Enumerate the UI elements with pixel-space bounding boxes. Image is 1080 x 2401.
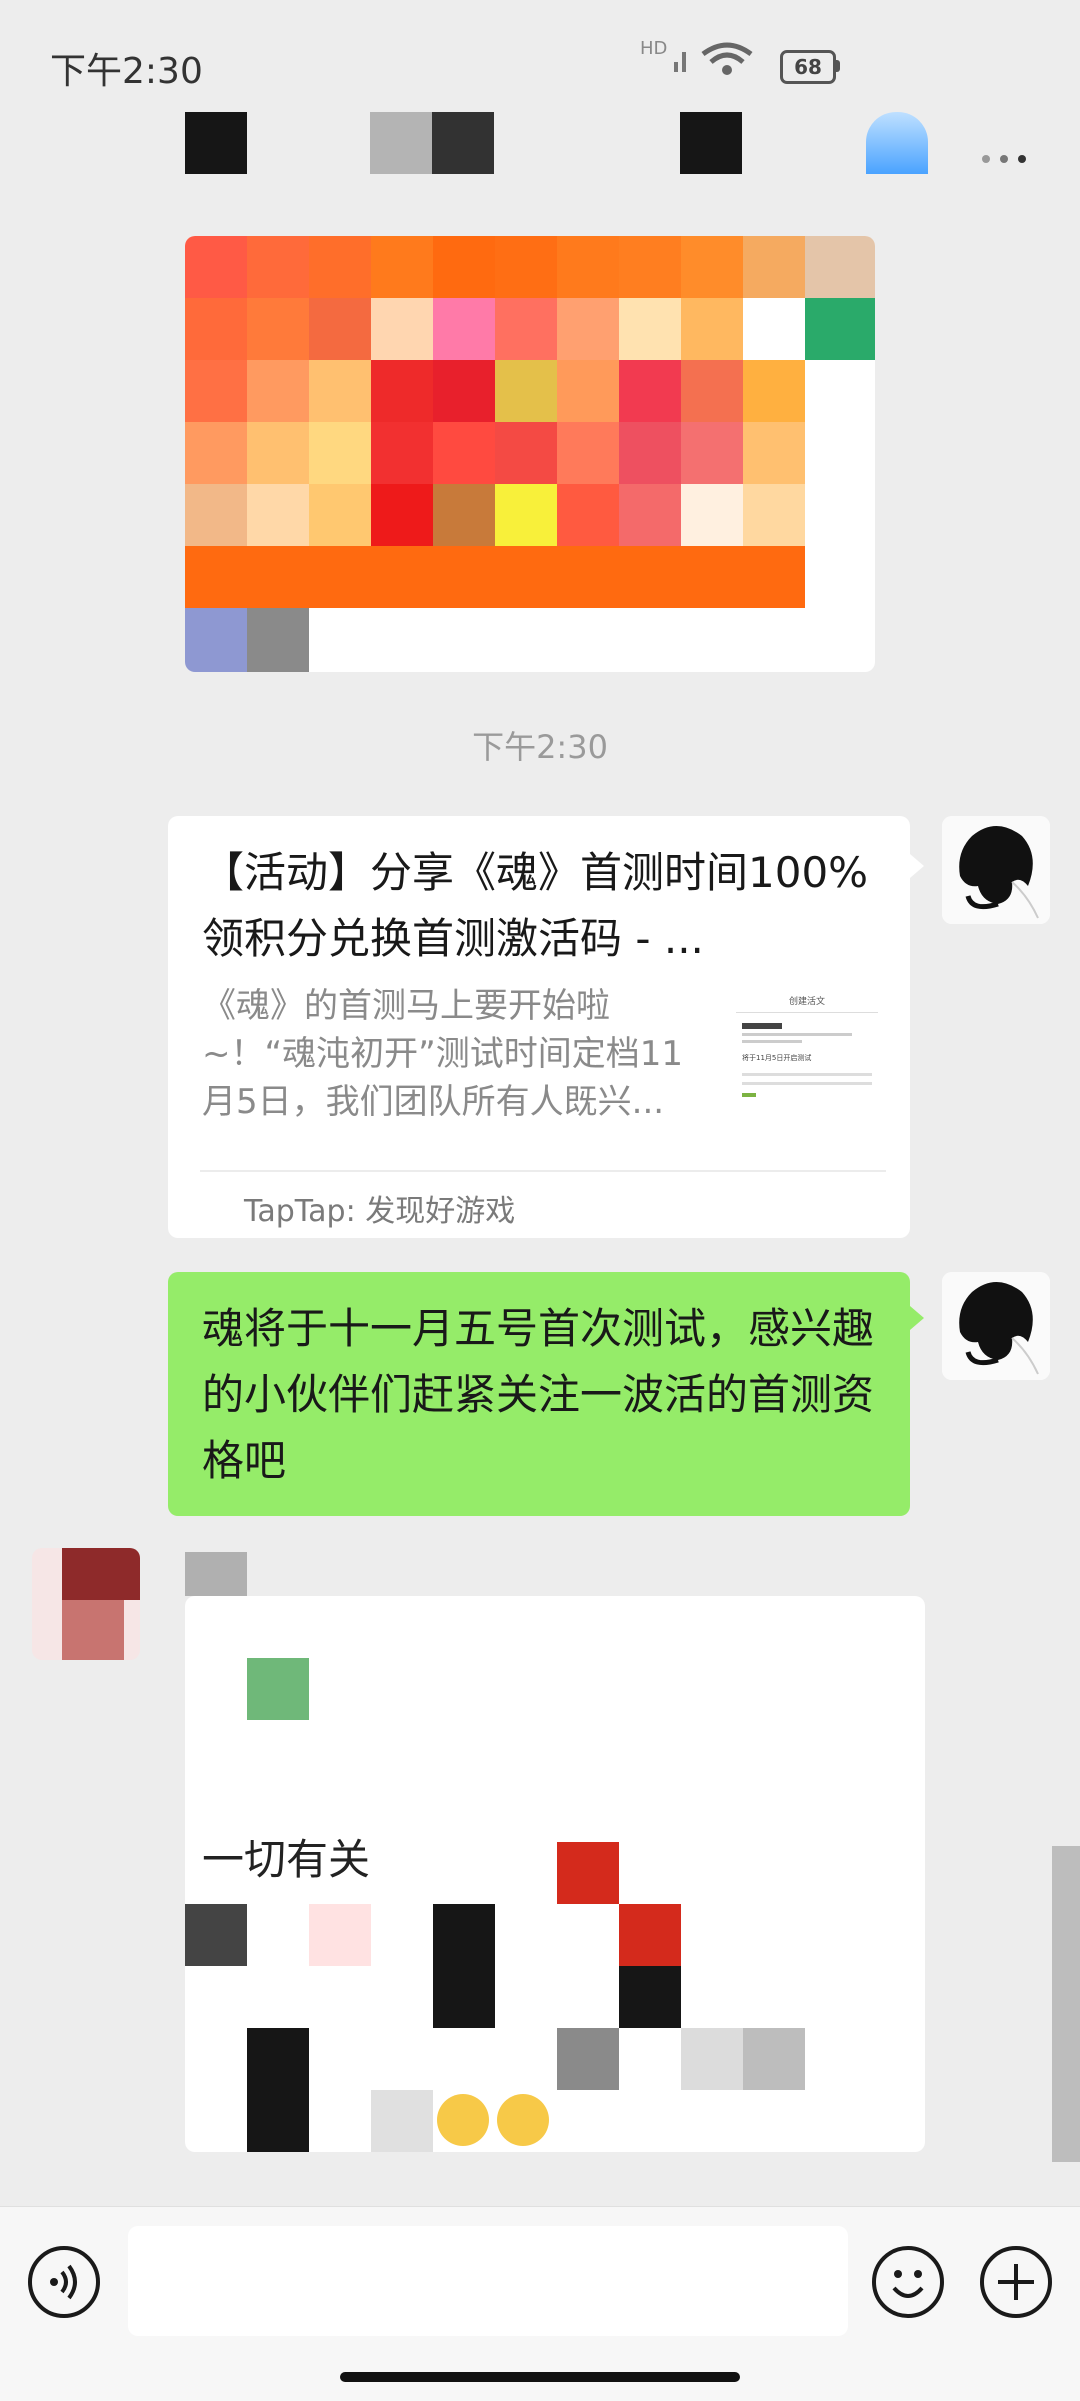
voice-button[interactable] bbox=[28, 2246, 100, 2318]
time-divider: 下午2:30 bbox=[472, 728, 608, 766]
avatar[interactable] bbox=[942, 816, 1050, 924]
status-time: 下午2:30 bbox=[50, 51, 203, 92]
plus-icon bbox=[998, 2264, 1034, 2300]
emoji-button[interactable] bbox=[872, 2246, 944, 2318]
link-card-description: 《魂》的首测马上要开始啦~！“魂沌初开”测试时间定档11月5日，我们团队所有人既… bbox=[202, 986, 683, 1122]
wifi-icon bbox=[701, 42, 753, 75]
message-input[interactable] bbox=[128, 2226, 848, 2336]
link-card-thumbnail: 创建活文 将于11月5日开启测试 bbox=[736, 990, 878, 1132]
sender-name-censored bbox=[185, 1552, 247, 1596]
network-label: HD bbox=[640, 38, 668, 59]
thumb-line: 将于11月5日开启测试 bbox=[742, 1054, 812, 1062]
home-indicator[interactable] bbox=[340, 2372, 740, 2382]
status-icons: HD bbox=[640, 38, 667, 59]
sender-avatar-censored[interactable] bbox=[32, 1548, 140, 1660]
plus-button[interactable] bbox=[980, 2246, 1052, 2318]
bubble-tail bbox=[910, 854, 924, 878]
battery-tip bbox=[835, 60, 840, 72]
more-icon[interactable] bbox=[978, 150, 1030, 168]
avatar[interactable] bbox=[942, 1272, 1050, 1380]
voice-icon bbox=[50, 2264, 77, 2300]
link-card-source: TapTap: 发现好游戏 bbox=[244, 1194, 516, 1229]
scroll-edge bbox=[1052, 1846, 1080, 2162]
link-card-title: 【活动】分享《魂》首测时间100%领积分兑换首测激活码 - ... bbox=[202, 848, 869, 963]
censored-message-body bbox=[185, 1842, 925, 2152]
emoji-icon bbox=[892, 2270, 924, 2298]
green-message-text: 魂将于十一月五号首次测试，感兴趣的小伙伴们赶紧关注一波活的首测资格吧 bbox=[202, 1304, 875, 1485]
censored-block bbox=[247, 1658, 309, 1720]
thumb-heading: 创建活文 bbox=[736, 990, 878, 1013]
censored-image-message[interactable] bbox=[185, 236, 875, 672]
link-card-divider bbox=[200, 1170, 886, 1172]
bubble-tail bbox=[910, 1306, 924, 1330]
battery-indicator: 68 bbox=[780, 50, 836, 84]
signal-icon bbox=[674, 52, 686, 72]
